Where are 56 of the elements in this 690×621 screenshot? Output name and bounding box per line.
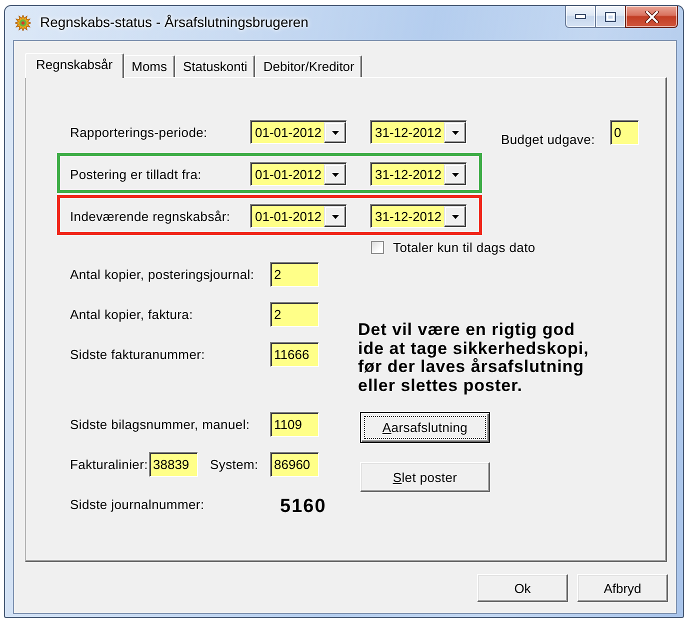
tab[interactable]: Regnskabsår [25,53,124,78]
dropdown-button[interactable] [444,122,466,143]
action-button[interactable]: Aarsafslutning [360,412,490,443]
field-label: System: [210,457,260,472]
warning-text: Det vil være en rigtig god ide at tage sikkerhedskopi, før der laves årsafslutning eller slettes poster. [358,321,590,395]
tab[interactable]: Statuskonti [175,55,256,77]
field-label: Sidste fakturanummer: [70,347,206,362]
input-field[interactable]: 0 [610,120,639,145]
sun-icon [15,15,31,31]
input-field[interactable]: 11666 [270,342,319,367]
action-button[interactable]: Slet poster [360,462,490,492]
tab[interactable]: Debitor/Kreditor [255,55,362,77]
caret-icon [332,130,338,134]
minimize-icon [575,14,586,19]
checkbox-label: Totaler kun til dags dato [393,240,536,255]
date-dropdown[interactable]: 31-12-2012 [370,204,467,228]
caret-icon [332,214,338,218]
field-label: Antal kopier, posteringsjournal: [70,267,256,282]
field-label: Indeværende regnskabsår: [70,208,232,224]
caret-icon [452,172,458,176]
maximize-icon [605,12,616,22]
dialog-button[interactable]: Ok [477,574,568,602]
field-label: Postering er tilladt fra: [70,166,202,182]
date-dropdown[interactable]: 01-01-2012 [250,162,347,186]
caret-icon [332,172,338,176]
field-label: Antal kopier, faktura: [70,307,194,322]
caret-icon [452,130,458,134]
dialog-button[interactable]: Afbryd [577,574,668,602]
field-label: Fakturalinier: [70,457,149,472]
date-dropdown[interactable]: 01-01-2012 [250,120,347,144]
input-field[interactable]: 2 [270,302,319,327]
dropdown-button[interactable] [324,164,346,185]
dropdown-button[interactable] [444,206,466,227]
dropdown-button[interactable] [324,206,346,227]
input-field[interactable]: 2 [270,262,319,287]
tab[interactable]: Moms [124,55,175,77]
date-dropdown[interactable]: 31-12-2012 [370,120,467,144]
date-dropdown[interactable]: 31-12-2012 [370,162,467,186]
close-button[interactable] [625,6,678,28]
window-title: Regnskabs-status - Årsafslutningsbrugeren [40,14,308,30]
journal-number: 5160 [280,496,326,518]
minimize-button[interactable] [565,6,596,28]
input-field[interactable]: 38839 [149,452,198,477]
checkbox[interactable] [371,241,384,254]
dropdown-button[interactable] [324,122,346,143]
field-label: Sidste journalnummer: [70,497,206,512]
input-field[interactable]: 86960 [270,452,319,477]
input-field[interactable]: 1109 [270,412,319,437]
maximize-button[interactable] [595,6,626,28]
caret-icon [452,214,458,218]
date-dropdown[interactable]: 01-01-2012 [250,204,347,228]
field-label: Rapporterings-periode: [70,124,208,140]
field-label: Budget udgave: [501,132,596,147]
field-label: Sidste bilagsnummer, manuel: [70,417,251,432]
dropdown-button[interactable] [444,164,466,185]
close-icon [644,10,658,22]
